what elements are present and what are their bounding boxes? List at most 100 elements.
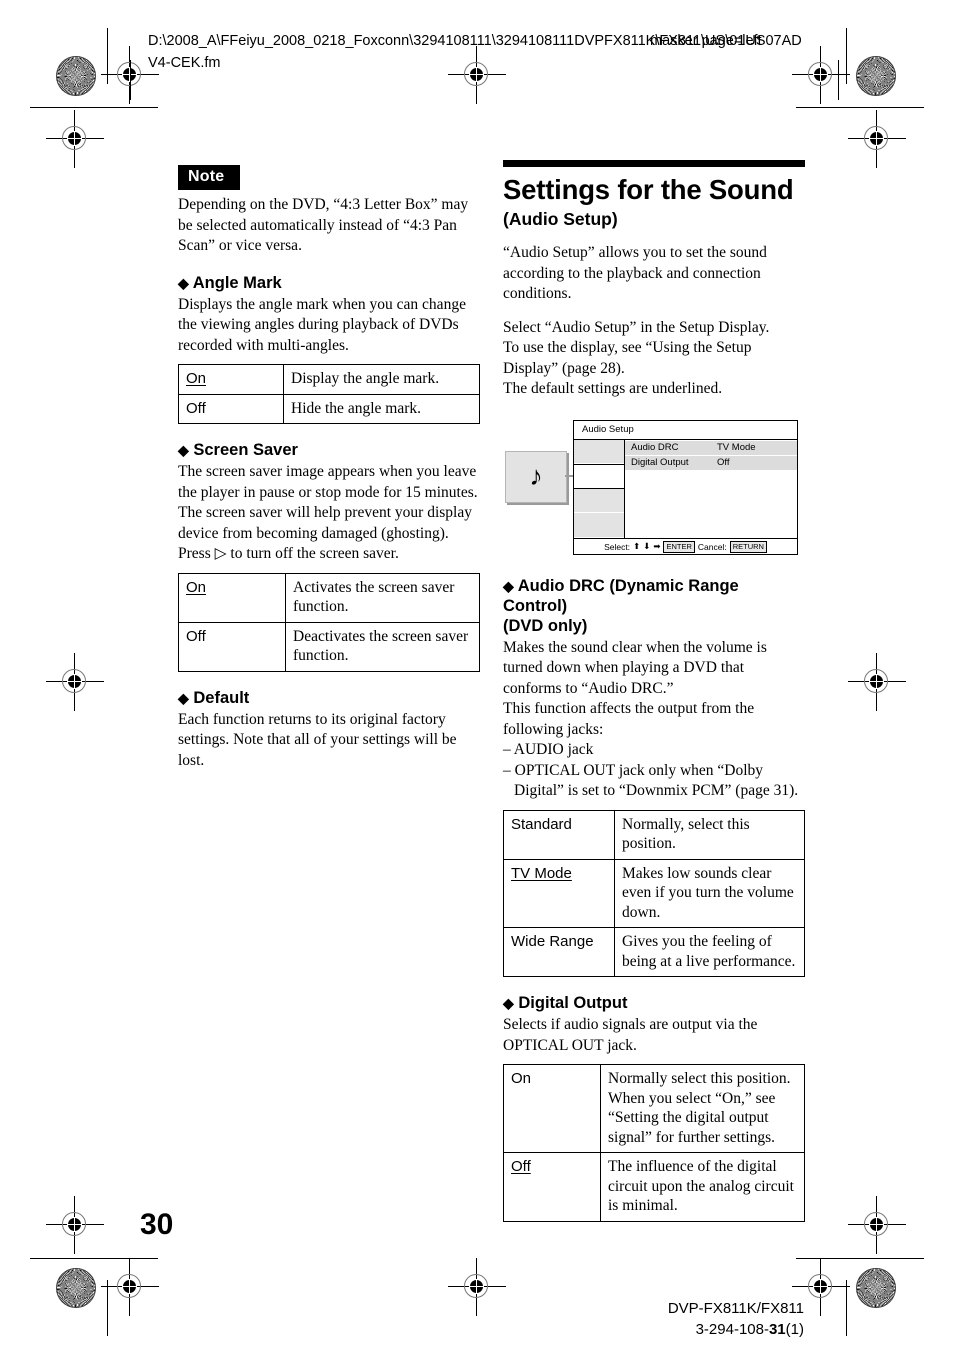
option-key: Off	[503, 1152, 601, 1222]
table-row: Off Deactivates the screen saver functio…	[178, 621, 480, 672]
registration-target-bottom-left	[101, 1258, 159, 1316]
page-number: 30	[140, 1208, 174, 1241]
document-footer: DVP-FX811K/FX811 3-294-108-31(1)	[668, 1298, 804, 1340]
registration-target-bottom-right	[792, 1258, 850, 1316]
audio-setup-intro-2-line2: To use the display, see “Using the Setup…	[503, 339, 752, 377]
osd-setting-value: Off	[717, 457, 730, 468]
doc-number-suffix: (1)	[785, 1321, 804, 1338]
screen-saver-body-part2: to turn off the screen saver.	[226, 545, 399, 562]
osd-setting-label: Audio DRC	[631, 442, 679, 453]
registration-target-left-middle	[46, 653, 104, 711]
table-row: On Display the angle mark.	[178, 364, 480, 395]
option-value: Display the angle mark.	[283, 364, 480, 395]
registration-target-mid-right	[848, 110, 906, 168]
crop-line-bottom-right-h	[796, 1258, 924, 1259]
arrow-down-icon: ⬇	[643, 541, 651, 551]
audio-setup-intro-1: “Audio Setup” allows you to set the soun…	[503, 244, 767, 302]
option-key: Off	[178, 621, 286, 672]
table-row: Wide Range Gives you the feeling of bein…	[503, 927, 805, 977]
diamond-bullet-icon: ◆	[178, 274, 189, 291]
default-body: Each function returns to its original fa…	[178, 710, 457, 769]
osd-footer-hints: Select: ⬆ ⬇ ➡ ENTER Cancel: RETURN	[574, 537, 797, 555]
page-edge-right	[838, 60, 839, 100]
section-heading-angle-mark: ◆ Angle Mark	[178, 273, 480, 293]
option-key: On	[178, 364, 284, 395]
play-triangle-icon: ▷	[214, 545, 227, 562]
osd-cancel-label: Cancel:	[697, 541, 727, 552]
title-rule	[503, 160, 805, 167]
return-key-label: RETURN	[729, 540, 767, 553]
registration-starburst-bottom-left	[56, 1268, 96, 1308]
registration-target-lower-right	[848, 1196, 906, 1254]
audio-drc-body-1: Makes the sound clear when the volume is…	[503, 638, 767, 697]
osd-setting-row-audio-drc[interactable]: Audio DRC TV Mode	[625, 440, 797, 455]
audio-setup-intro-2-line3: The default settings are underlined.	[503, 380, 723, 397]
osd-category-cell-4[interactable]	[574, 513, 624, 538]
option-key-underlined: On	[186, 578, 207, 596]
angle-mark-options-table: On Display the angle mark. Off Hide the …	[178, 364, 480, 424]
option-key: On	[503, 1064, 601, 1153]
option-key: On	[178, 572, 286, 623]
default-heading-text: Default	[193, 688, 250, 707]
audio-drc-bullet-1: – AUDIO jack	[503, 741, 594, 758]
osd-title: Audio Setup	[574, 421, 797, 440]
table-row: On Normally select this position. When y…	[503, 1064, 805, 1153]
registration-target-right-middle	[848, 653, 906, 711]
left-column: Note Depending on the DVD, “4:3 Letter B…	[178, 165, 480, 771]
table-row: On Activates the screen saver function.	[178, 572, 480, 623]
option-value: Normally select this position. When you …	[600, 1064, 805, 1153]
diamond-bullet-icon: ◆	[178, 689, 189, 706]
audio-drc-body-2: This function affects the output from th…	[503, 700, 755, 738]
model-name: DVP-FX811K/FX811	[667, 1300, 804, 1317]
arrow-right-icon: ➡	[653, 541, 661, 551]
note-badge: Note	[178, 165, 241, 190]
masker-page-label: masker page=left	[650, 33, 762, 49]
crop-line-top-right-h	[796, 107, 924, 108]
screen-saver-body: The screen saver image appears when you …	[178, 462, 480, 565]
option-key: Wide Range	[503, 927, 615, 977]
osd-category-cell-1[interactable]	[574, 439, 624, 464]
option-key: TV Mode	[503, 858, 615, 928]
osd-category-sidebar	[574, 439, 625, 538]
digital-output-body: Selects if audio signals are output via …	[503, 1016, 758, 1054]
audio-setup-intro-2-line1: Select “Audio Setup” in the Setup Displa…	[503, 318, 770, 336]
registration-starburst-top-left	[56, 56, 96, 96]
option-key-underlined: On	[186, 370, 207, 387]
table-row: Off Hide the angle mark.	[178, 393, 480, 424]
option-value: Normally, select this position.	[614, 809, 805, 860]
doc-number-bold: 31	[768, 1321, 786, 1338]
audio-drc-options-table: Standard Normally, select this position.…	[503, 809, 805, 977]
osd-select-label: Select:	[604, 541, 631, 552]
screen-saver-options-table: On Activates the screen saver function. …	[178, 572, 480, 672]
option-value: Hide the angle mark.	[283, 393, 480, 424]
section-heading-audio-drc: ◆ Audio DRC (Dynamic Range Control) (DVD…	[503, 576, 805, 636]
option-key: Off	[178, 393, 284, 424]
table-row: Standard Normally, select this position.	[503, 809, 805, 860]
diamond-bullet-icon: ◆	[503, 995, 514, 1011]
registration-target-bottom-mid	[448, 1258, 506, 1316]
screen-saver-heading-text: Screen Saver	[193, 441, 298, 459]
osd-setting-row-digital-output[interactable]: Digital Output Off	[625, 455, 797, 470]
registration-target-mid-left	[46, 110, 104, 168]
crop-line-top-left-v	[107, 28, 108, 84]
osd-category-cell-2-selected[interactable]	[574, 463, 624, 489]
registration-target-lower-left	[46, 1196, 104, 1254]
note-body: Depending on the DVD, “4:3 Letter Box” m…	[178, 196, 469, 254]
crop-line-bottom-left-v	[107, 1280, 108, 1336]
table-row: TV Mode Makes low sounds clear even if y…	[503, 858, 805, 928]
registration-target-top-right	[792, 46, 850, 104]
crop-line-bottom-left-h	[30, 1258, 158, 1259]
option-value: Makes low sounds clear even if you turn …	[614, 858, 805, 928]
table-row: Off The influence of the digital circuit…	[503, 1152, 805, 1222]
osd-category-cell-3[interactable]	[574, 489, 624, 514]
osd-setting-value: TV Mode	[717, 442, 756, 453]
option-value: Gives you the feeling of being at a live…	[614, 927, 805, 977]
page-subtitle: (Audio Setup)	[503, 209, 618, 229]
section-heading-default: ◆ Default	[178, 688, 480, 708]
section-heading-digital-output: ◆ Digital Output	[503, 993, 805, 1013]
osd-body: Audio DRC TV Mode Digital Output Off	[574, 439, 797, 538]
digital-output-options-table: On Normally select this position. When y…	[503, 1064, 805, 1222]
option-value: The influence of the digital circuit upo…	[600, 1152, 805, 1222]
